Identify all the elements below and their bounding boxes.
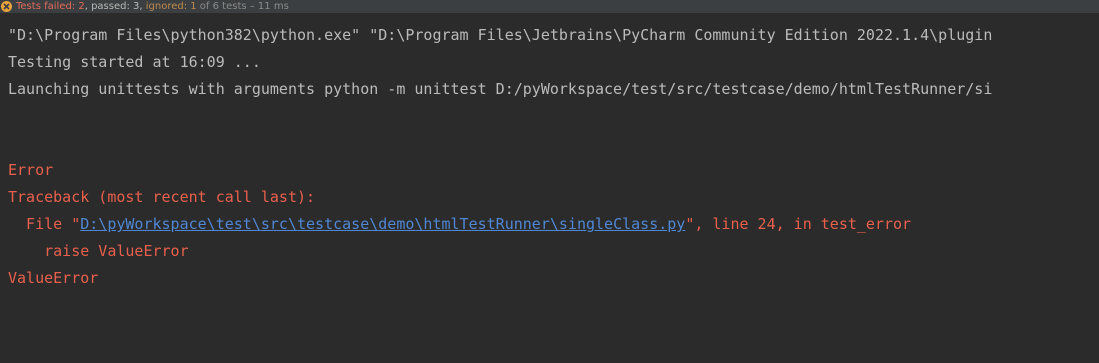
test-status-bar: Tests failed: 2, passed: 3, ignored: 1 o… bbox=[0, 0, 1099, 13]
command-line: "D:\Program Files\python382\python.exe" … bbox=[8, 26, 993, 44]
raise-line: raise ValueError bbox=[8, 242, 189, 260]
run-console-output[interactable]: "D:\Program Files\python382\python.exe" … bbox=[0, 22, 1099, 363]
tests-ignored-count[interactable]: ignored: 1 bbox=[146, 1, 197, 12]
traceback-file-line: File "D:\pyWorkspace\test\src\testcase\d… bbox=[8, 215, 911, 233]
source-file-link[interactable]: D:\pyWorkspace\test\src\testcase\demo\ht… bbox=[80, 215, 685, 233]
file-suffix: ", line 24, in test_error bbox=[685, 215, 912, 233]
error-badge-icon bbox=[1, 1, 12, 12]
exception-line: ValueError bbox=[8, 269, 99, 287]
tests-failed-count[interactable]: Tests failed: 2 bbox=[16, 1, 85, 12]
traceback-header: Traceback (most recent call last): bbox=[8, 188, 316, 206]
test-summary: Tests failed: 2, passed: 3, ignored: 1 o… bbox=[16, 0, 289, 13]
error-label: Error bbox=[8, 161, 54, 179]
file-prefix: File " bbox=[8, 215, 81, 233]
tests-passed-count[interactable]: passed: 3 bbox=[91, 1, 139, 12]
launching-line: Launching unittests with arguments pytho… bbox=[8, 80, 993, 98]
tests-total-and-duration: of 6 tests – 11 ms bbox=[196, 1, 289, 12]
testing-started-line: Testing started at 16:09 ... bbox=[8, 53, 261, 71]
